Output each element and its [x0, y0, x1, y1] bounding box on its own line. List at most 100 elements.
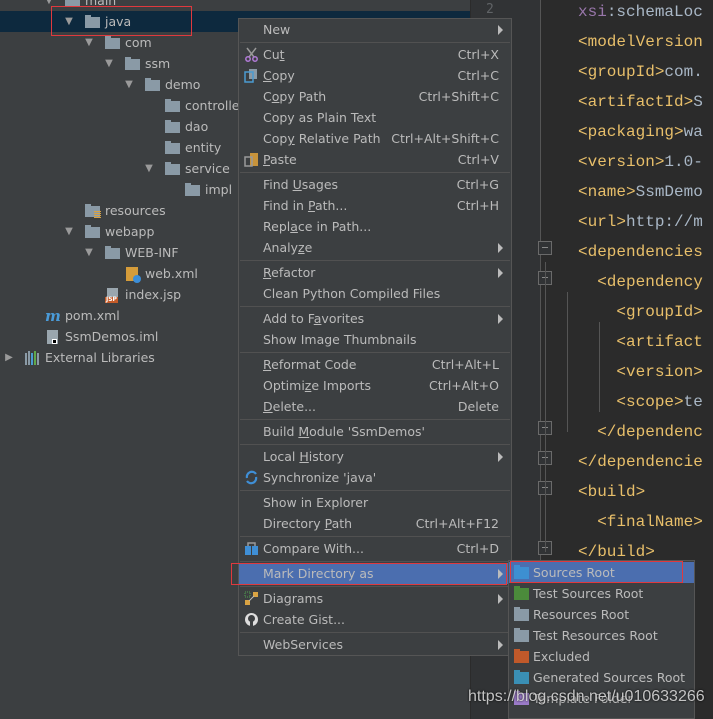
menu-separator	[240, 352, 510, 353]
tree-node-label: External Libraries	[45, 350, 155, 365]
menu-item-shortcut: Ctrl+G	[456, 177, 499, 192]
menu-item-clean-python-compiled-files[interactable]: Clean Python Compiled Files	[239, 283, 511, 304]
code-token: <dependency	[578, 273, 703, 291]
menu-item-analyze[interactable]: Analyze	[239, 237, 511, 258]
code-line: <scope>te	[578, 392, 702, 412]
menu-separator	[240, 172, 510, 173]
context-menu: New Cut Ctrl+X Copy Ctrl+C Copy Path Ctrl+Shif…	[238, 18, 512, 656]
tree-node-label: impl	[205, 182, 233, 197]
submenu-item-label: Test Sources Root	[533, 586, 644, 601]
menu-item-reformat-code[interactable]: Reformat Code Ctrl+Alt+L	[239, 354, 511, 375]
expanded-arrow-icon[interactable]: ▼	[44, 0, 54, 11]
indent-guide	[567, 292, 568, 432]
folder-icon	[165, 120, 181, 134]
web-xml-icon	[125, 267, 141, 283]
menu-item-new[interactable]: New	[239, 19, 511, 40]
tree-node-label: entity	[185, 140, 222, 155]
expanded-arrow-icon[interactable]: ▼	[144, 158, 154, 179]
menu-item-shortcut: Ctrl+Shift+C	[418, 89, 499, 104]
code-line: <build>	[578, 482, 645, 502]
menu-item-label: Synchronize 'java'	[263, 470, 377, 485]
expanded-arrow-icon[interactable]: ▼	[104, 53, 114, 74]
code-token: </dependenc	[578, 423, 703, 441]
menu-item-shortcut: Ctrl+V	[457, 152, 499, 167]
code-token: wa	[683, 123, 703, 141]
fold-marker-icon[interactable]	[538, 241, 552, 255]
tree-node[interactable]: ▼ main	[0, 0, 470, 11]
menu-item-create-gist[interactable]: Create Gist...	[239, 609, 511, 630]
submenu-item-excluded[interactable]: Excluded	[509, 646, 694, 667]
menu-item-shortcut: Ctrl+Alt+L	[431, 357, 499, 372]
folder-icon	[105, 36, 121, 50]
menu-item-label: Directory Path	[263, 516, 353, 531]
sync-icon	[244, 470, 259, 485]
menu-item-copy-as-plain-text[interactable]: Copy as Plain Text	[239, 107, 511, 128]
menu-item-label: Diagrams	[263, 591, 324, 606]
menu-item-shortcut: Ctrl+H	[456, 198, 499, 213]
menu-item-copy-path[interactable]: Copy Path Ctrl+Shift+C	[239, 86, 511, 107]
menu-item-compare-with[interactable]: Compare With... Ctrl+D	[239, 538, 511, 559]
folder-shape	[105, 246, 120, 259]
expanded-arrow-icon[interactable]: ▼	[64, 221, 74, 242]
submenu-item-test-resources-root[interactable]: Test Resources Root	[509, 625, 694, 646]
menu-separator	[240, 306, 510, 307]
indent-guide	[599, 322, 600, 412]
menu-separator	[240, 419, 510, 420]
code-token: <version>	[578, 363, 703, 381]
submenu-item-label: Generated Sources Root	[533, 670, 686, 685]
submenu-item-generated-sources-root[interactable]: Generated Sources Root	[509, 667, 694, 688]
folder-shape	[145, 78, 160, 91]
menu-item-show-image-thumbnails[interactable]: Show Image Thumbnails	[239, 329, 511, 350]
paste-icon	[244, 152, 259, 167]
menu-item-local-history[interactable]: Local History	[239, 446, 511, 467]
menu-item-shortcut: Ctrl+X	[457, 47, 499, 62]
menu-item-refactor[interactable]: Refactor	[239, 262, 511, 283]
code-line: <url>http://m	[578, 212, 703, 232]
expanded-arrow-icon[interactable]: ▼	[124, 74, 134, 95]
resources-folder-icon	[85, 204, 101, 218]
code-line: xsi:schemaLoc	[578, 2, 703, 22]
submenu-item-resources-root[interactable]: Resources Root	[509, 604, 694, 625]
code-line: <artifact	[578, 332, 702, 352]
menu-separator	[240, 490, 510, 491]
code-token: com.	[664, 63, 703, 81]
submenu-item-label: Resources Root	[533, 607, 630, 622]
menu-item-diagrams[interactable]: Diagrams	[239, 588, 511, 609]
menu-item-optimize-imports[interactable]: Optimize Imports Ctrl+Alt+O	[239, 375, 511, 396]
menu-item-webservices[interactable]: WebServices	[239, 634, 511, 655]
menu-item-directory-path[interactable]: Directory Path Ctrl+Alt+F12	[239, 513, 511, 534]
menu-item-build-module-ssmdemos[interactable]: Build Module 'SsmDemos'	[239, 421, 511, 442]
menu-item-copy[interactable]: Copy Ctrl+C	[239, 65, 511, 86]
menu-item-cut[interactable]: Cut Ctrl+X	[239, 44, 511, 65]
collapsed-arrow-icon[interactable]: ▶	[4, 347, 14, 368]
menu-item-find-usages[interactable]: Find Usages Ctrl+G	[239, 174, 511, 195]
line-number: 2	[486, 2, 494, 17]
menu-separator	[240, 536, 510, 537]
menu-item-synchronize-java[interactable]: Synchronize 'java'	[239, 467, 511, 488]
menu-item-add-to-favorites[interactable]: Add to Favorites	[239, 308, 511, 329]
expanded-arrow-icon[interactable]: ▼	[64, 11, 74, 32]
menu-item-find-in-path[interactable]: Find in Path... Ctrl+H	[239, 195, 511, 216]
menu-item-delete[interactable]: Delete... Delete	[239, 396, 511, 417]
tree-node-label: main	[85, 0, 117, 8]
menu-item-show-in-explorer[interactable]: Show in Explorer	[239, 492, 511, 513]
folder-shape	[165, 141, 180, 154]
menu-item-paste[interactable]: Paste Ctrl+V	[239, 149, 511, 170]
menu-item-replace-in-path[interactable]: Replace in Path...	[239, 216, 511, 237]
menu-item-mark-directory-as[interactable]: Mark Directory as	[239, 563, 511, 584]
tree-node-label: web.xml	[145, 266, 198, 281]
submenu-item-test-sources-root[interactable]: Test Sources Root	[509, 583, 694, 604]
submenu-arrow-icon	[498, 268, 503, 278]
submenu-arrow-icon	[498, 640, 503, 650]
scissors-icon	[244, 47, 259, 62]
code-token: <packaging>	[578, 123, 684, 141]
folder-shape	[165, 99, 180, 112]
menu-separator	[240, 42, 510, 43]
expanded-arrow-icon[interactable]: ▼	[84, 32, 94, 53]
code-token: <dependencies	[578, 243, 703, 261]
expanded-arrow-icon[interactable]: ▼	[84, 242, 94, 263]
code-line: <dependency	[578, 272, 703, 292]
menu-item-copy-relative-path[interactable]: Copy Relative Path Ctrl+Alt+Shift+C	[239, 128, 511, 149]
submenu-item-sources-root[interactable]: Sources Root	[509, 562, 694, 583]
tree-node-label: webapp	[105, 224, 155, 239]
